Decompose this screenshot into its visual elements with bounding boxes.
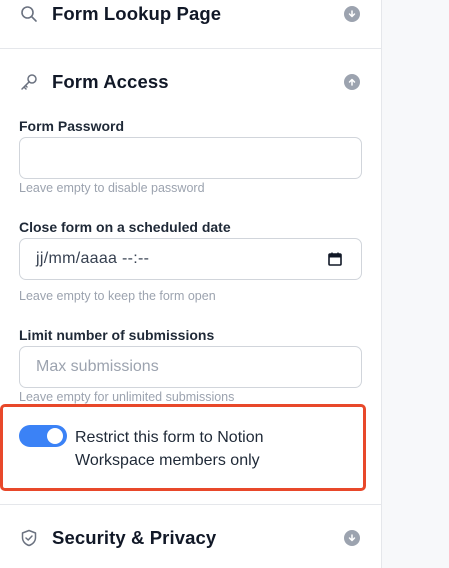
- section-title: Form Lookup Page: [52, 3, 222, 24]
- chevron-down-icon[interactable]: [344, 6, 360, 22]
- toggle-knob: [47, 428, 63, 444]
- limit-help: Leave empty for unlimited submissions: [19, 390, 235, 404]
- search-icon: [19, 4, 39, 24]
- section-title: Security & Privacy: [52, 527, 217, 548]
- password-help: Leave empty to disable password: [19, 181, 205, 195]
- close-date-label: Close form on a scheduled date: [19, 219, 231, 235]
- max-submissions-input[interactable]: Max submissions: [19, 346, 362, 388]
- chevron-up-icon[interactable]: [344, 74, 360, 90]
- chevron-down-icon[interactable]: [344, 530, 360, 546]
- key-icon: [19, 72, 39, 92]
- section-header-security[interactable]: Security & Privacy: [0, 518, 382, 558]
- section-title: Form Access: [52, 71, 169, 92]
- section-header-access[interactable]: Form Access: [0, 62, 382, 102]
- calendar-icon[interactable]: [328, 252, 342, 266]
- right-background: [382, 0, 449, 568]
- divider: [0, 504, 382, 505]
- restrict-toggle[interactable]: [19, 425, 67, 447]
- section-header-lookup[interactable]: Form Lookup Page: [0, 0, 382, 34]
- close-date-value: jj/mm/aaaa --:--: [36, 250, 150, 267]
- close-date-input[interactable]: jj/mm/aaaa --:--: [19, 238, 362, 280]
- limit-label: Limit number of submissions: [19, 327, 215, 343]
- close-date-help: Leave empty to keep the form open: [19, 289, 216, 303]
- shield-check-icon: [19, 528, 39, 548]
- max-submissions-placeholder: Max submissions: [36, 358, 159, 375]
- restrict-label: Restrict this form to Notion Workspace m…: [75, 429, 264, 469]
- password-label: Form Password: [19, 118, 125, 134]
- divider: [0, 48, 382, 49]
- settings-panel: Form Lookup Page Form Access Form Passwo…: [0, 0, 382, 568]
- password-input[interactable]: [19, 137, 362, 179]
